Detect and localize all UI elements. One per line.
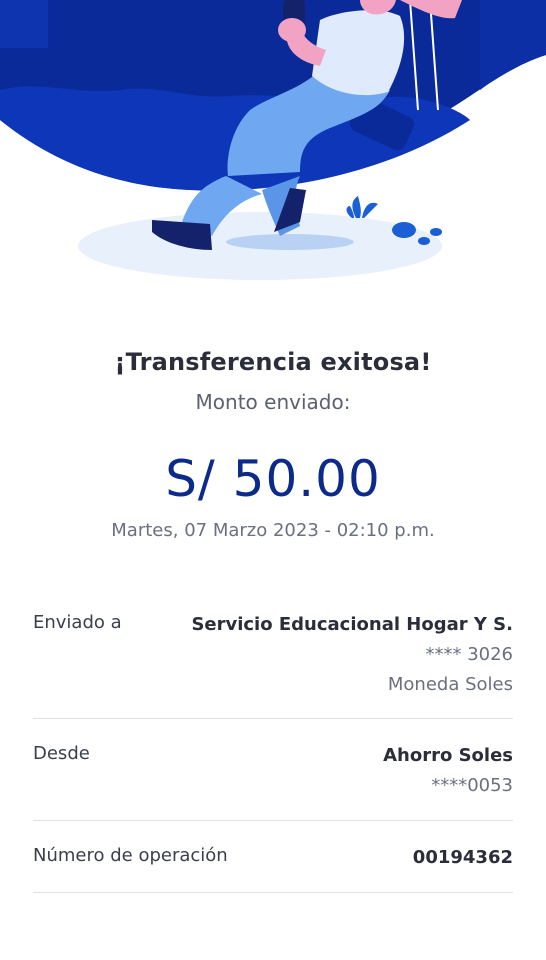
detail-row-recipient: Enviado a Servicio Educacional Hogar Y S… [33,595,513,719]
success-title: ¡Transferencia exitosa! [114,348,432,376]
recipient-name: Servicio Educacional Hogar Y S. [191,614,513,635]
recipient-account: **** 3026 [425,644,513,665]
transfer-datetime: Martes, 07 Marzo 2023 - 02:10 p.m. [111,520,435,541]
transfer-success-screen: ¡Transferencia exitosa! Monto enviado: S… [0,0,546,960]
transfer-details: Enviado a Servicio Educacional Hogar Y S… [33,595,513,893]
source-account-number: ****0053 [431,775,513,796]
amount-value: S/ 50.00 [165,450,381,508]
operation-values: 00194362 [413,821,513,871]
source-account-name: Ahorro Soles [383,745,513,766]
amount-sent-label: Monto enviado: [195,390,351,414]
detail-row-operation: Número de operación 00194362 [33,821,513,893]
detail-row-source: Desde Ahorro Soles ****0053 [33,719,513,821]
source-label: Desde [33,743,90,764]
source-values: Ahorro Soles ****0053 [383,719,513,799]
operation-number: 00194362 [412,847,513,868]
success-illustration [0,0,546,300]
operation-label: Número de operación [33,845,228,866]
recipient-values: Servicio Educacional Hogar Y S. **** 302… [191,595,513,698]
recipient-label: Enviado a [33,612,122,633]
recipient-currency: Moneda Soles [387,674,513,695]
